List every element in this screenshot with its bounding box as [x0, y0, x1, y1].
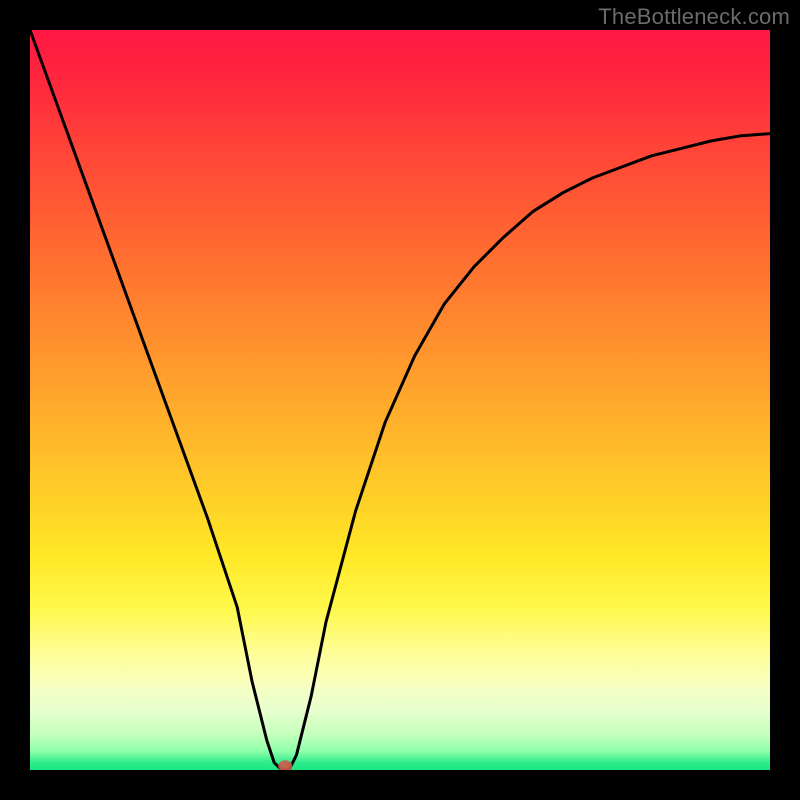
bottleneck-curve: [30, 30, 770, 770]
optimal-point-marker: [278, 760, 292, 770]
curve-layer: [30, 30, 770, 770]
plot-area: [30, 30, 770, 770]
watermark-text: TheBottleneck.com: [598, 4, 790, 30]
chart-frame: TheBottleneck.com: [0, 0, 800, 800]
